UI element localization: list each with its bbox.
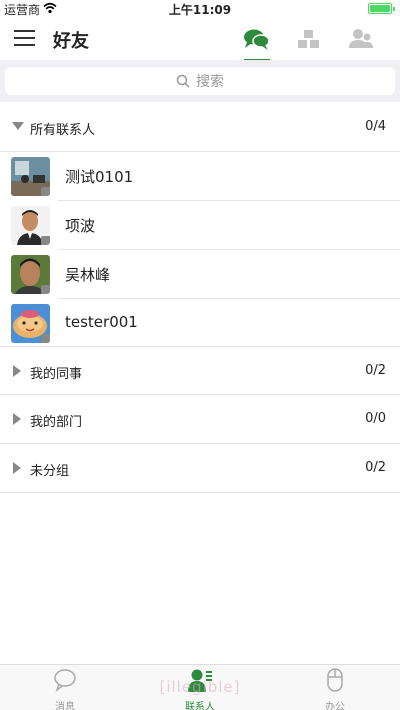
group-count: 0/2 [365,363,386,378]
clock: 上午11:09 [168,3,232,17]
tab-label: 办公 [325,702,345,710]
group-label: 未分组 [30,464,70,479]
group-ungrouped[interactable]: 未分组 0/2 [0,444,400,493]
avatar [11,304,50,343]
menu-icon[interactable] [14,30,35,47]
group-count: 0/0 [365,411,386,426]
search-area: 搜索 [0,60,400,102]
caret-right-icon [13,413,21,425]
contact-item[interactable]: 测试0101 [0,152,400,201]
tab-friends[interactable] [242,26,272,62]
contact-person-icon [188,669,212,692]
group-label: 我的部门 [30,415,83,430]
search-placeholder: 搜索 [196,74,224,90]
org-chart-icon [298,30,319,48]
contact-item[interactable]: tester001 [0,299,400,348]
battery-icon [368,3,395,14]
tab-contacts[interactable] [346,26,376,56]
message-icon [54,669,76,693]
tab-label: 消息 [55,702,75,710]
avatar [11,157,50,196]
tab-organization[interactable] [294,26,324,56]
avatar [11,255,50,294]
header: 好友 [0,18,400,62]
tab-contacts-bottom[interactable]: 联系人 [160,667,240,710]
contact-name: 吴林峰 [65,266,111,284]
page-title: 好友 [53,31,89,52]
tab-messages[interactable]: 消息 [25,667,105,710]
chat-bubbles-icon [244,29,270,50]
search-input[interactable]: 搜索 [5,67,395,95]
group-all-contacts[interactable]: 所有联系人 0/4 [0,103,400,152]
contact-item[interactable]: 项波 [0,201,400,250]
mouse-icon [327,668,343,692]
caret-right-icon [13,365,21,377]
contacts-icon [349,29,373,48]
tab-office[interactable]: 办公 [295,667,375,710]
group-label: 我的同事 [30,367,83,382]
group-label: 所有联系人 [30,123,96,138]
status-bar: 运营商 上午11:09 [0,0,400,18]
contact-item[interactable]: 吴林峰 [0,250,400,299]
bottom-tab-bar: 消息 联系人 办公 [illegible] [0,664,400,710]
contact-name: tester001 [65,313,138,331]
contact-name: 项波 [65,217,96,235]
group-department[interactable]: 我的部门 0/0 [0,395,400,444]
tab-label: 联系人 [185,702,215,710]
contact-name: 测试0101 [65,168,134,186]
avatar [11,206,50,245]
caret-right-icon [13,462,21,474]
caret-down-icon [12,122,24,130]
group-count: 0/2 [365,460,386,475]
group-colleagues[interactable]: 我的同事 0/2 [0,346,400,395]
group-count: 0/4 [365,119,386,134]
search-icon [176,74,190,88]
